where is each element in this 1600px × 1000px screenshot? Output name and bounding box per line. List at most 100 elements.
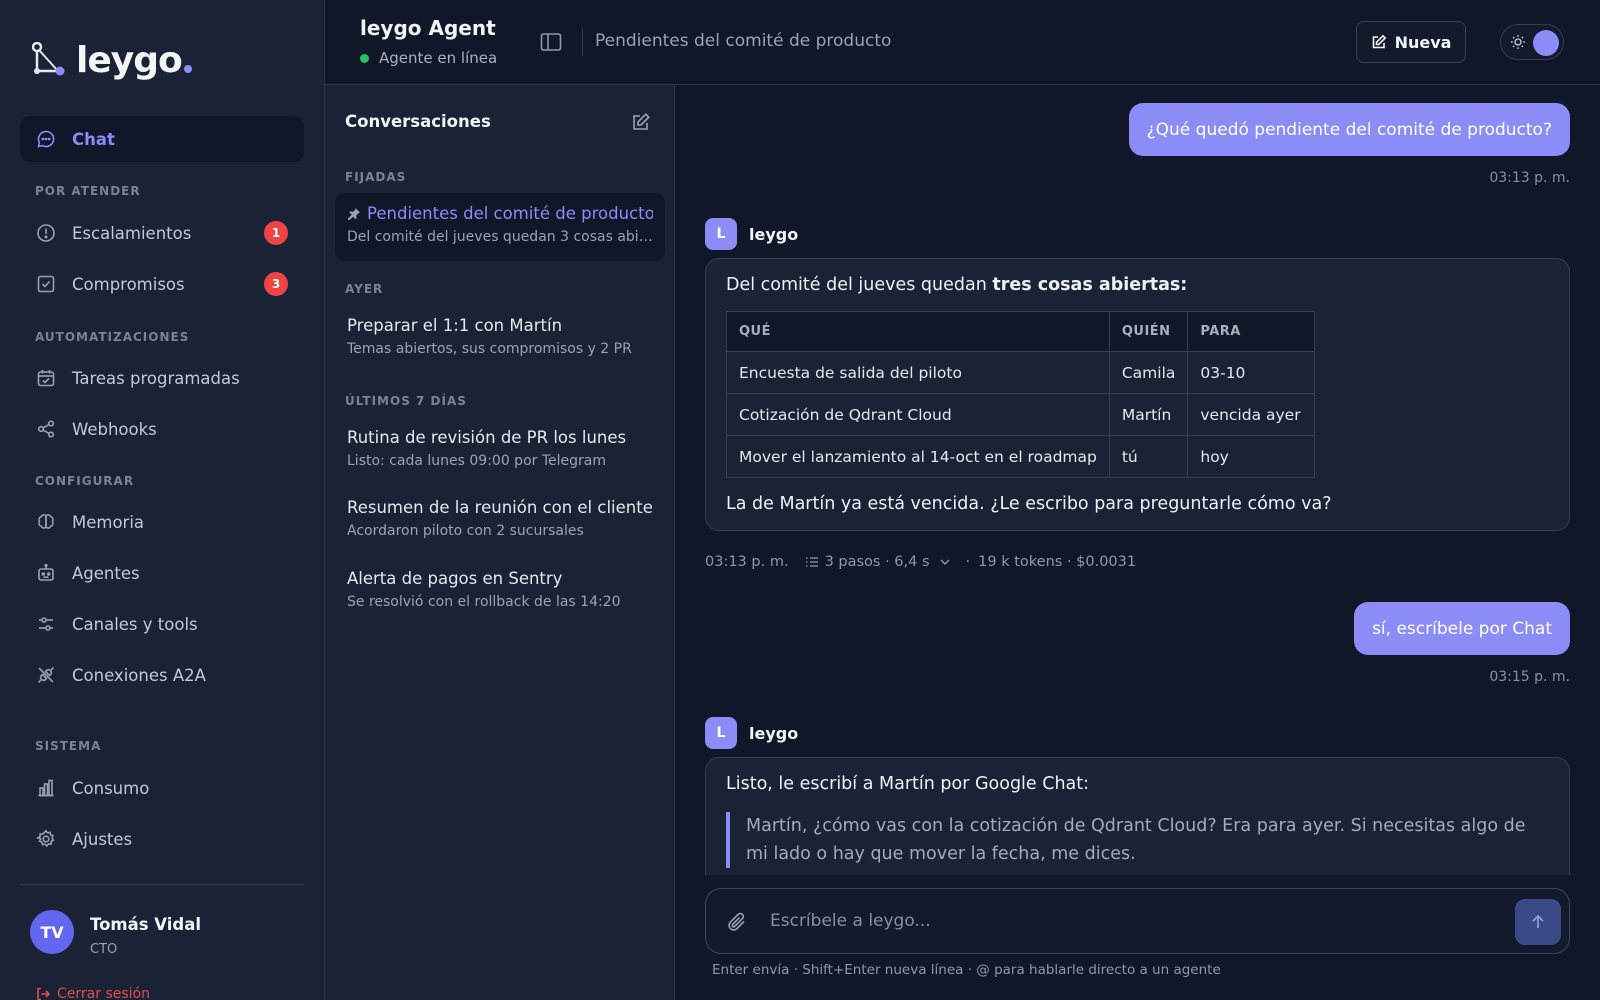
sidebar-item-consumo[interactable]: Consumo [20, 765, 304, 811]
sidebar-item-agentes[interactable]: Agentes [20, 550, 304, 596]
sidebar-item-label: Compromisos [72, 274, 185, 294]
sidebar-item-label: Escalamientos [72, 223, 192, 243]
escalamientos-count-badge: 1 [264, 221, 288, 245]
steps-toggle[interactable]: 3 pasos · 6,4 s [805, 554, 958, 570]
logo-mark-icon [32, 42, 65, 76]
sidebar-item-label: Webhooks [72, 419, 157, 439]
alert-circle-icon [37, 224, 55, 242]
conversation-item-preview: Listo: cada lunes 09:00 por Telegram [347, 453, 606, 469]
table-cell: vencida ayer [1187, 393, 1316, 436]
table-cell: Camila [1108, 351, 1189, 394]
table-row: Cotización de Qdrant Cloud Martín vencid… [726, 393, 1316, 436]
table-row: Encuesta de salida del piloto Camila 03-… [726, 351, 1316, 394]
plug-icon [37, 666, 55, 684]
paperclip-icon[interactable] [726, 911, 748, 933]
logout-label: Cerrar sesión [57, 986, 150, 1000]
sidebar-item-label: Canales y tools [72, 614, 198, 634]
user-message-bubble: ¿Qué quedó pendiente del comité de produ… [1128, 103, 1570, 156]
sidebar-item-ajustes[interactable]: Ajustes [20, 816, 304, 862]
edit-icon [1372, 34, 1386, 49]
bot-name: leygo [749, 723, 799, 743]
list-steps-icon [805, 557, 818, 567]
conversation-list-panel: Conversaciones FIJADAS Pendientes del co… [325, 85, 675, 1000]
sidebar-toggle-icon[interactable] [540, 32, 562, 52]
logo[interactable]: leygo [32, 40, 192, 81]
conversation-item[interactable]: Rutina de revisión de PR los lunes Listo… [335, 417, 665, 485]
logout-button[interactable]: Cerrar sesión [35, 986, 150, 1000]
arrow-up-icon [1532, 914, 1544, 928]
agent-status-label: Agente en línea [379, 49, 498, 67]
avatar[interactable]: TV [30, 910, 74, 954]
intro-text: Del comité del jueves quedan [726, 275, 993, 295]
sidebar-item-conexiones-a2a[interactable]: Conexiones A2A [20, 652, 304, 698]
column-header: QUIÉN [1108, 311, 1189, 352]
table-cell: Encuesta de salida del piloto [726, 351, 1110, 394]
chevron-down-icon [940, 559, 950, 565]
table-cell: 03-10 [1187, 351, 1316, 394]
pending-tasks-table: QUÉ QUIÉN PARA Encuesta de salida del pi… [726, 311, 1316, 478]
new-button-label: Nueva [1394, 32, 1452, 52]
conversation-item-preview: Del comité del jueves quedan 3 cosas abi… [347, 229, 653, 245]
sidebar-item-compromisos[interactable]: Compromisos 3 [20, 261, 304, 307]
column-header: QUÉ [726, 311, 1110, 352]
sidebar-item-label: Consumo [72, 778, 150, 798]
sidebar-item-chat[interactable]: Chat [20, 116, 304, 162]
sidebar-item-label: Chat [72, 129, 115, 149]
bot-message-header: L leygo [705, 218, 798, 250]
sidebar-item-tareas-programadas[interactable]: Tareas programadas [20, 355, 304, 401]
top-header: leygo Agent Agente en línea Pendientes d… [325, 0, 1600, 85]
message-timestamp: 03:13 p. m. [1489, 170, 1570, 186]
sidebar-divider [20, 884, 304, 885]
section-label-configurar: CONFIGURAR [35, 474, 135, 488]
online-status-dot [360, 53, 369, 63]
user-role: CTO [90, 942, 118, 957]
bot-message-intro: Listo, le escribí a Martín por Google Ch… [726, 774, 1090, 794]
bar-chart-icon [38, 779, 54, 797]
sidebar-item-webhooks[interactable]: Webhooks [20, 406, 304, 452]
conversation-item-title: Pendientes del comité de producto [367, 204, 653, 223]
bot-avatar: L [705, 218, 737, 250]
sidebar-item-escalamientos[interactable]: Escalamientos 1 [20, 210, 304, 256]
sidebar-item-label: Conexiones A2A [72, 665, 206, 685]
sent-message-quote: Martín, ¿cómo vas con la cotización de Q… [726, 812, 1549, 868]
message-timestamp: 03:13 p. m. [705, 554, 789, 570]
user-name: Tomás Vidal [90, 915, 202, 934]
group-label-pinned: FIJADAS [345, 170, 407, 184]
conversation-item[interactable]: Preparar el 1:1 con Martín Temas abierto… [335, 305, 665, 373]
bot-avatar: L [705, 717, 737, 749]
sidebar-item-label: Ajustes [72, 829, 133, 849]
sidebar-item-label: Tareas programadas [72, 368, 240, 388]
header-divider [582, 28, 583, 56]
conversation-item[interactable]: Alerta de pagos en Sentry Se resolvió co… [335, 558, 665, 626]
check-square-icon [37, 275, 55, 293]
conversation-item-title: Rutina de revisión de PR los lunes [347, 428, 627, 447]
bot-icon [38, 563, 54, 581]
conversation-item-title: Alerta de pagos en Sentry [347, 569, 563, 588]
compose-icon[interactable] [631, 112, 651, 132]
conversation-item-preview: Temas abiertos, sus compromisos y 2 PR [347, 341, 632, 357]
bot-message-card: Listo, le escribí a Martín por Google Ch… [705, 757, 1570, 875]
steps-summary: 3 pasos · 6,4 s [824, 554, 930, 570]
usage-summary: 19 k tokens · $0.0031 [978, 554, 1137, 570]
conversation-item-preview: Se resolvió con el rollback de las 14:20 [347, 594, 621, 610]
message-meta-row: 03:13 p. m. 3 pasos · 6,4 s · 19 k token… [705, 554, 1136, 570]
brain-icon [38, 514, 54, 529]
conversation-title: Pendientes del comité de producto [595, 31, 892, 51]
sidebar-item-canales-y-tools[interactable]: Canales y tools [20, 601, 304, 647]
send-button[interactable] [1515, 899, 1561, 945]
table-row: Mover el lanzamiento al 14-oct en el roa… [726, 435, 1316, 478]
message-input[interactable] [770, 901, 1470, 941]
conversation-item-title: Preparar el 1:1 con Martín [347, 316, 563, 335]
intro-bold-text: tres cosas abiertas: [992, 275, 1188, 295]
new-conversation-button[interactable]: Nueva [1356, 21, 1466, 63]
sidebar-item-memoria[interactable]: Memoria [20, 499, 304, 545]
bot-message-header: L leygo [705, 717, 798, 749]
conversation-item[interactable]: Resumen de la reunión con el cliente Aco… [335, 487, 665, 555]
group-label-yesterday: AYER [345, 282, 384, 296]
message-timestamp: 03:15 p. m. [1489, 669, 1570, 685]
theme-toggle[interactable] [1500, 24, 1564, 60]
table-cell: tú [1108, 435, 1189, 478]
table-cell: Martín [1108, 393, 1189, 436]
chat-thread[interactable]: ¿Qué quedó pendiente del comité de produ… [675, 85, 1600, 875]
conversation-item-pinned[interactable]: Pendientes del comité de producto Del co… [335, 193, 665, 261]
